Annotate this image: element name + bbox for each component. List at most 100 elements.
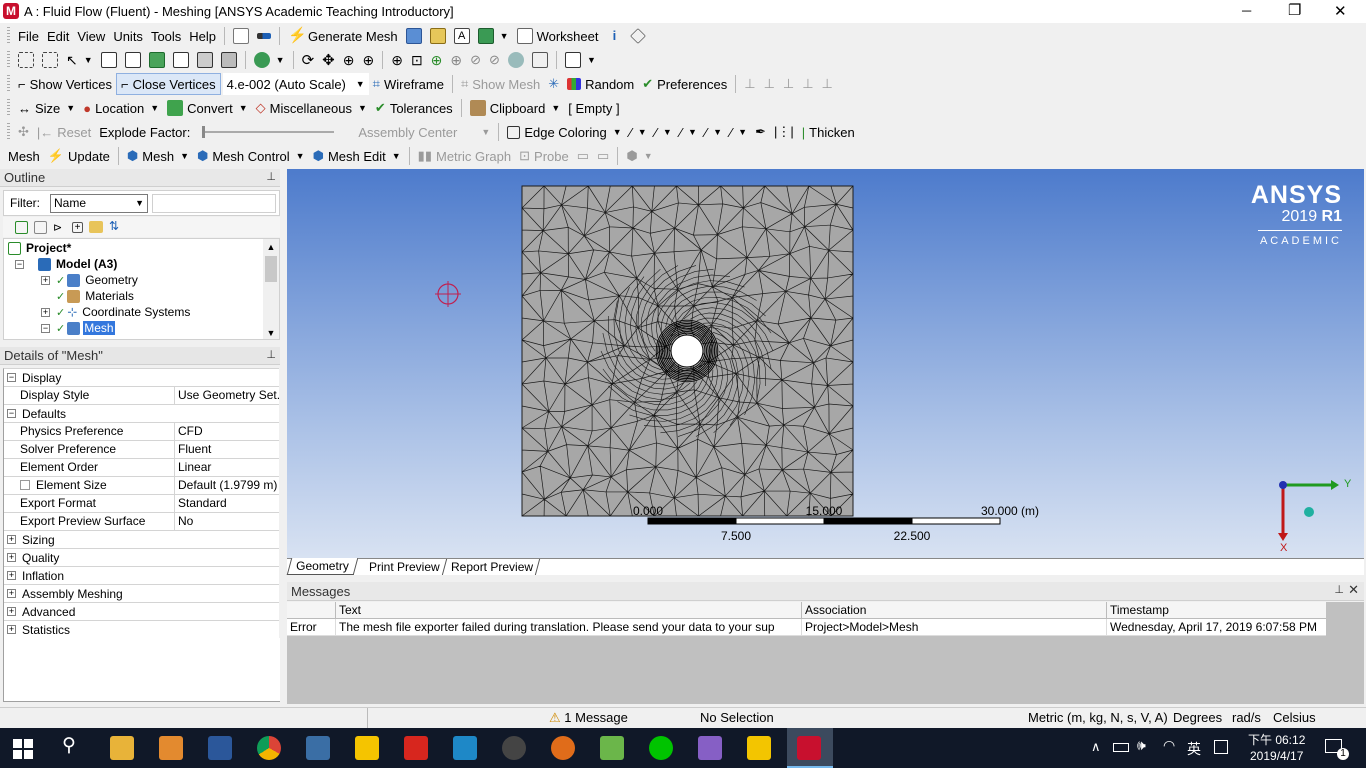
scale-select[interactable]: 4.e-002 (Auto Scale) ▼ — [222, 73, 369, 95]
collapse-icon[interactable]: − — [7, 373, 16, 382]
group-advanced[interactable]: + Advanced — [4, 603, 279, 621]
scroll-down-icon[interactable]: ▼ — [267, 328, 276, 338]
menu-help[interactable]: Help — [185, 25, 220, 47]
group-display[interactable]: − Display — [4, 369, 279, 387]
group-statistics[interactable]: + Statistics — [4, 621, 279, 639]
zoom-icon[interactable]: ⊕ — [339, 49, 359, 71]
convert-button[interactable]: Convert ▼ — [163, 97, 251, 119]
expand-icon[interactable]: + — [7, 553, 16, 562]
battery-icon[interactable] — [1113, 743, 1129, 752]
axis-icon-1[interactable]: ⊥ — [740, 73, 759, 95]
search-icon[interactable]: ⚲ — [62, 734, 76, 757]
file-explorer-icon[interactable] — [110, 736, 134, 760]
start-icon[interactable] — [13, 739, 33, 759]
foxit-icon[interactable] — [502, 736, 526, 760]
row-physics-preference[interactable]: Physics Preference CFD — [4, 423, 279, 441]
select-node-icon[interactable] — [169, 49, 193, 71]
explode-icon[interactable]: ✳ — [544, 73, 563, 95]
group-quality[interactable]: + Quality — [4, 549, 279, 567]
thicken-button[interactable]: | Thicken — [798, 121, 859, 143]
thick-edges-icon[interactable]: |⋮| — [770, 121, 798, 143]
property-value[interactable]: Linear — [175, 459, 279, 476]
isometric-view-icon[interactable] — [504, 49, 528, 71]
toolbar-grip[interactable] — [7, 75, 10, 93]
reset-button[interactable]: |← Reset — [33, 121, 95, 143]
matlab-icon[interactable] — [551, 736, 575, 760]
app-icon[interactable]: M — [3, 3, 19, 19]
annotation-icon[interactable]: A — [450, 25, 474, 47]
axis-icon-5[interactable]: ⊥ — [818, 73, 837, 95]
tree-item-geometry[interactable]: + ✓ Geometry — [38, 272, 138, 288]
max-icon[interactable]: ▭ — [573, 145, 593, 167]
close-icon[interactable]: ✕ — [1348, 582, 1359, 598]
row-export-format[interactable]: Export Format Standard — [4, 495, 279, 513]
clock-time[interactable]: 下午 06:12 — [1248, 731, 1305, 748]
restore-button[interactable]: ❐ — [1288, 1, 1301, 19]
folder-icon[interactable] — [89, 221, 103, 233]
explode-view-icon[interactable]: ✣ — [14, 121, 33, 143]
table-row[interactable]: Error The mesh file exporter failed duri… — [287, 619, 1326, 636]
tree-scrollbar[interactable]: ▲ ▼ — [263, 239, 279, 339]
collapse-icon[interactable]: − — [15, 259, 24, 269]
assembly-center-select[interactable]: Assembly Center ▼ — [354, 121, 494, 143]
magnifier-icon[interactable]: ⊕ — [446, 49, 466, 71]
group-inflation[interactable]: + Inflation — [4, 567, 279, 585]
visual-studio-icon[interactable] — [698, 736, 722, 760]
chrome-icon[interactable] — [257, 736, 281, 760]
group-sizing[interactable]: + Sizing — [4, 531, 279, 549]
property-value[interactable]: Default (1.9799 m) — [175, 477, 279, 494]
tree-item-project[interactable]: Project* — [8, 240, 71, 256]
menu-edit[interactable]: Edit — [43, 25, 73, 47]
volume-icon[interactable]: 🕪 — [1137, 737, 1146, 754]
menu-tools[interactable]: Tools — [147, 25, 185, 47]
axis-icon-4[interactable]: ⊥ — [798, 73, 817, 95]
tree-item-model[interactable]: − Model (A3) — [12, 256, 117, 272]
collapse-icon[interactable]: − — [41, 323, 50, 333]
preferences-button[interactable]: ✔ Preferences — [638, 73, 731, 95]
property-value[interactable]: No — [175, 513, 279, 530]
property-value[interactable]: Use Geometry Set... — [175, 387, 279, 404]
expand-icon[interactable]: + — [7, 589, 16, 598]
property-value[interactable]: CFD — [175, 423, 279, 440]
next-view-icon[interactable]: ⊘ — [485, 49, 504, 71]
zoom-in-icon[interactable]: ⊕ — [358, 49, 378, 71]
box-zoom-icon[interactable]: ⊡ — [407, 49, 427, 71]
parameter-checkbox[interactable] — [20, 480, 30, 490]
label-icon[interactable] — [426, 25, 450, 47]
edge-display-icon-5[interactable]: ⁄ ▼ — [726, 121, 751, 143]
mesh-menu-button[interactable]: ⬢ Mesh ▼ — [123, 145, 193, 167]
edge-display-icon-2[interactable]: ⁄ ▼ — [651, 121, 676, 143]
menu-file[interactable]: File — [14, 25, 43, 47]
explode-factor-slider[interactable] — [202, 124, 342, 140]
row-display-style[interactable]: Display Style Use Geometry Set... — [4, 387, 279, 405]
close-vertices-button[interactable]: ⌐ Close Vertices — [115, 73, 221, 95]
toolbar-grip[interactable] — [7, 27, 10, 45]
edge-display-icon-1[interactable]: ⁄ ▼ — [626, 121, 651, 143]
mesh-edit-button[interactable]: ⬢ Mesh Edit ▼ — [309, 145, 405, 167]
command-icon[interactable] — [229, 25, 253, 47]
extend-selection-icon[interactable]: ▼ — [250, 49, 289, 71]
wifi-icon[interactable]: ◠ — [1163, 737, 1175, 754]
clock-date[interactable]: 2019/4/17 — [1250, 749, 1303, 763]
tree-item-materials[interactable]: ✓ Materials — [56, 288, 134, 304]
rotate-icon[interactable]: ⟳ — [298, 49, 319, 71]
group-defaults[interactable]: − Defaults — [4, 405, 279, 423]
named-selection-icon[interactable]: ⬢ ▼ — [622, 145, 656, 167]
remote-desktop-icon[interactable] — [453, 736, 477, 760]
expand-icon[interactable]: + — [7, 625, 16, 634]
word-icon[interactable] — [208, 736, 232, 760]
miscellaneous-button[interactable]: ◇ Miscellaneous ▼ — [252, 97, 371, 119]
generate-mesh-button[interactable]: ⚡ Generate Mesh — [284, 25, 402, 47]
previous-view-icon[interactable]: ⊘ — [466, 49, 485, 71]
minimize-button[interactable]: ─ — [1242, 3, 1251, 18]
tab-print-preview[interactable]: Print Preview — [362, 559, 447, 575]
edge-coloring-button[interactable]: Edge Coloring ▼ — [503, 121, 625, 143]
toolbar-grip[interactable] — [7, 123, 10, 141]
tag-icon[interactable] — [626, 25, 650, 47]
tray-up-icon[interactable]: ∧ — [1091, 739, 1101, 755]
potplayer-icon[interactable] — [355, 736, 379, 760]
expand-icon[interactable]: + — [7, 535, 16, 544]
tree-item-mesh[interactable]: − ✓ Mesh — [38, 320, 115, 336]
tolerances-button[interactable]: ✔ Tolerances — [371, 97, 457, 119]
select-mode-icon[interactable] — [38, 49, 62, 71]
